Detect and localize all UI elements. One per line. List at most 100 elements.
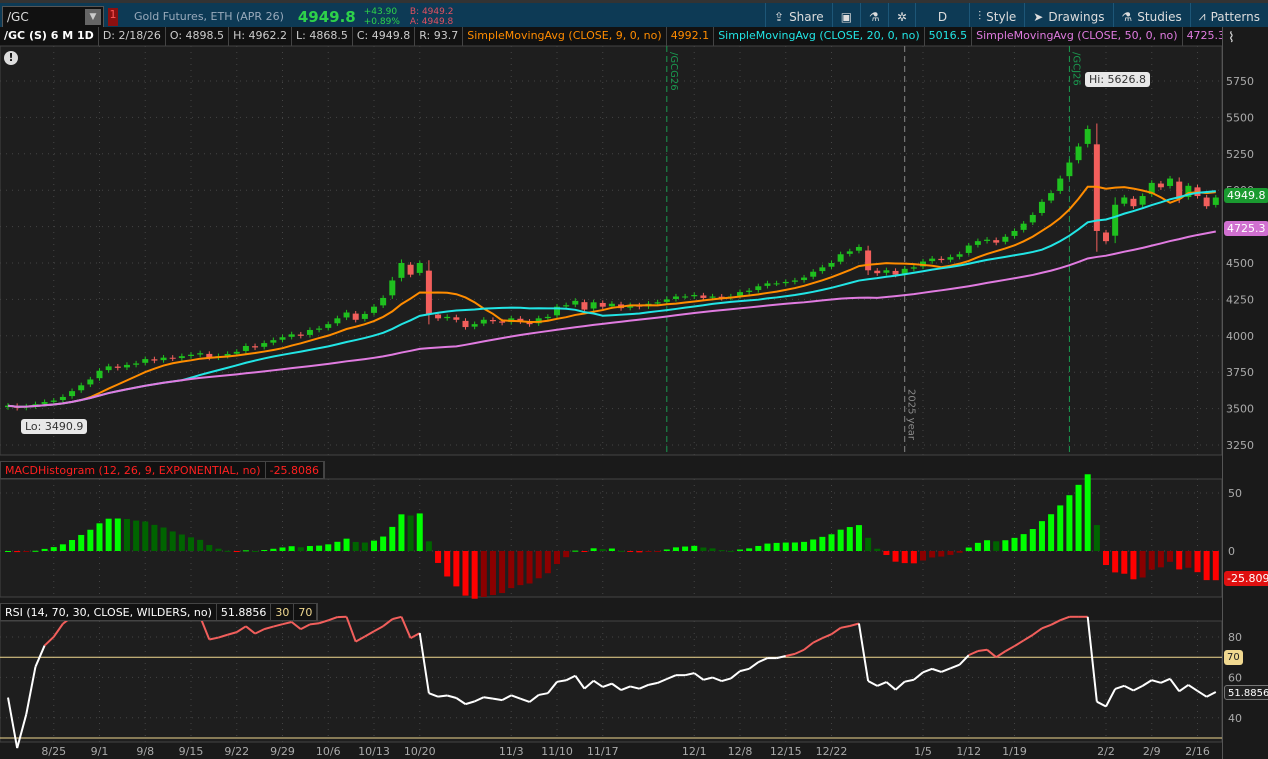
- candle-body: [1112, 205, 1118, 236]
- candle-body: [344, 313, 350, 318]
- macd-bar: [664, 549, 670, 551]
- rsi-segment: [328, 617, 337, 620]
- macd-bar: [975, 543, 981, 551]
- candle-body: [133, 363, 139, 364]
- macd-bar: [398, 514, 404, 551]
- macd-bar: [188, 537, 194, 551]
- macd-bar: [563, 551, 569, 557]
- macd-bar: [87, 530, 93, 551]
- candle-body: [975, 241, 981, 245]
- rsi-segment: [978, 650, 987, 651]
- candle-body: [389, 280, 395, 295]
- rsi-label[interactable]: RSI (14, 70, 30, CLOSE, WILDERS, no): [1, 604, 217, 620]
- macd-bar: [417, 513, 423, 551]
- macd-bar: [655, 551, 661, 552]
- candle-body: [1204, 198, 1210, 207]
- macd-bar: [1012, 538, 1018, 551]
- candle-body: [408, 265, 414, 275]
- high-callout: Hi: 5626.8: [1085, 72, 1150, 87]
- macd-bar: [929, 551, 935, 557]
- macd-bar: [755, 546, 761, 551]
- rsi-segment: [438, 695, 447, 696]
- macd-bar: [371, 541, 377, 551]
- candle-body: [188, 355, 194, 356]
- candle-body: [591, 302, 597, 308]
- candle-body: [316, 329, 322, 330]
- candle-body: [124, 365, 130, 367]
- macd-bar: [847, 527, 853, 551]
- macd-bar: [554, 551, 560, 564]
- macd-bar: [142, 521, 148, 551]
- candle-body: [243, 346, 249, 351]
- macd-bar: [1176, 551, 1182, 569]
- macd-bar: [325, 544, 331, 551]
- candle-body: [334, 318, 340, 323]
- macd-bar: [874, 549, 880, 551]
- macd-bar: [133, 521, 139, 551]
- candle-body: [252, 346, 258, 347]
- candle-body: [883, 270, 889, 272]
- candle-body: [444, 317, 450, 318]
- candle-body: [856, 247, 862, 251]
- macd-bar: [444, 551, 450, 576]
- macd-bar: [938, 551, 944, 557]
- candle-body: [280, 337, 286, 339]
- macd-bar: [865, 538, 871, 551]
- rsi-segment: [310, 623, 319, 624]
- candle-body: [691, 295, 697, 296]
- candle-body: [1130, 199, 1136, 206]
- macd-bar: [646, 551, 652, 552]
- candle-body: [1048, 193, 1054, 200]
- macd-bar: [270, 549, 276, 551]
- macd-bar: [957, 551, 963, 553]
- candle-body: [87, 379, 93, 384]
- candle-body: [655, 302, 661, 303]
- macd-bar: [1048, 514, 1054, 551]
- macd-bar: [252, 551, 258, 552]
- candle-body: [417, 263, 423, 273]
- rsi-ob-tag: 70: [1224, 650, 1243, 665]
- macd-bar: [1085, 474, 1091, 551]
- macd-bar: [1204, 551, 1210, 580]
- macd-tag: -25.809: [1224, 571, 1268, 586]
- macd-bar: [1130, 551, 1136, 579]
- rsi-tag: 51.8856: [1224, 685, 1268, 700]
- candle-body: [929, 259, 935, 261]
- candle-body: [69, 391, 75, 396]
- candle-body: [1030, 215, 1036, 222]
- candle-body: [115, 367, 121, 368]
- low-callout: Lo: 3490.9: [21, 419, 87, 434]
- macd-bar: [1121, 551, 1127, 574]
- macd-bar: [673, 547, 679, 551]
- macd-bar: [243, 550, 249, 551]
- macd-bar: [902, 551, 908, 563]
- macd-bar: [700, 548, 706, 551]
- macd-label[interactable]: MACDHistogram (12, 26, 9, EXPONENTIAL, n…: [1, 462, 266, 478]
- macd-bar: [14, 551, 20, 552]
- candle-body: [1039, 202, 1045, 213]
- rsi-segment: [484, 697, 493, 698]
- auto-scale-icon[interactable]: ⌇: [1228, 30, 1235, 46]
- candle-body: [682, 296, 688, 297]
- candle-body: [810, 272, 816, 277]
- macd-bar: [636, 551, 642, 552]
- alert-icon[interactable]: !: [4, 51, 18, 65]
- candle-body: [783, 282, 789, 283]
- macd-bar: [463, 551, 469, 596]
- macd-bar: [151, 525, 157, 551]
- candle-body: [1002, 237, 1008, 242]
- candle-body: [673, 296, 679, 298]
- candle-body: [51, 401, 57, 402]
- macd-bar: [1002, 540, 1008, 551]
- candle-body: [261, 343, 267, 347]
- macd-bar: [746, 548, 752, 551]
- rsi-segment: [1060, 617, 1069, 620]
- macd-bar: [527, 551, 533, 583]
- chart-canvas[interactable]: /GCG262025 year/GCJ26: [0, 0, 1222, 759]
- macd-bar: [572, 551, 578, 552]
- candle-body: [792, 280, 798, 281]
- candle-body: [170, 358, 176, 359]
- candle-body: [581, 302, 587, 309]
- macd-bar: [920, 551, 926, 561]
- macd-bar: [600, 549, 606, 551]
